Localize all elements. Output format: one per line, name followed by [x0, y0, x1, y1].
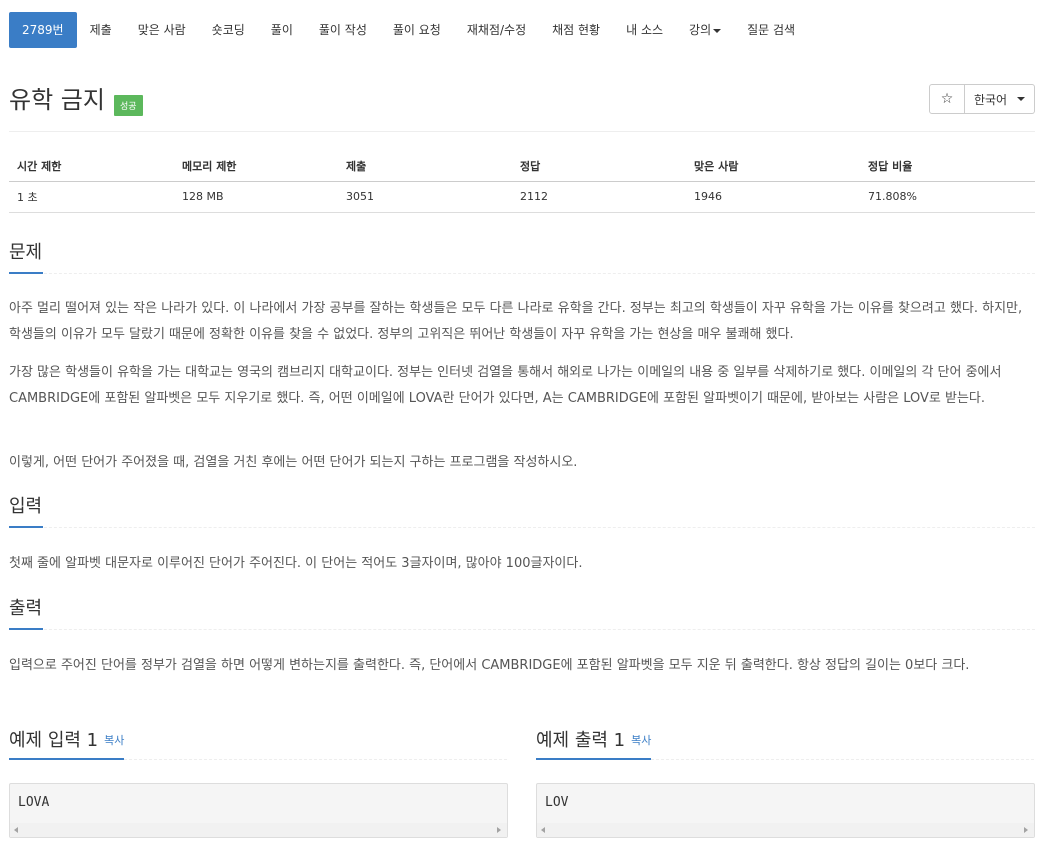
star-icon: ☆ [940, 91, 954, 107]
status-badge: 성공 [114, 95, 143, 116]
language-label: 한국어 [973, 92, 1008, 107]
header-submissions: 제출 [338, 152, 512, 182]
problem-paragraph-1: 아주 멀리 떨어져 있는 작은 나라가 있다. 이 나라에서 가장 공부를 잘하… [9, 301, 1023, 342]
copy-output-button[interactable]: 복사 [631, 734, 651, 747]
problem-paragraph-2: 가장 많은 학생들이 유학을 가는 대학교는 영국의 캠브리지 대학교이다. 정… [9, 365, 1002, 406]
nav-write-solution[interactable]: 풀이 작성 [306, 12, 380, 48]
problem-section-header: 문제 [9, 240, 1035, 274]
sample-output-header: 예제 출력 1 복사 [536, 726, 1034, 760]
memory-limit-value: 128 MB [174, 181, 338, 213]
accepted-value: 2112 [512, 181, 686, 213]
problem-nav: 2789번 제출 맞은 사람 숏코딩 풀이 풀이 작성 풀이 요청 재채점/수정… [9, 12, 808, 48]
nav-solutions[interactable]: 풀이 [258, 12, 306, 48]
nav-lectures-label: 강의 [689, 23, 712, 37]
scroll-right-arrow-icon[interactable] [497, 827, 501, 833]
sample-input-header: 예제 입력 1 복사 [9, 726, 507, 760]
nav-my-source[interactable]: 내 소스 [613, 12, 676, 48]
sample-output-heading: 예제 출력 1 복사 [536, 726, 652, 760]
header-solved-users: 맞은 사람 [686, 152, 860, 182]
output-section-header: 출력 [9, 596, 1035, 630]
nav-rejudge[interactable]: 재채점/수정 [454, 12, 539, 48]
page-header: 유학 금지 성공 ☆ 한국어 [9, 84, 1035, 132]
info-header-row: 시간 제한 메모리 제한 제출 정답 맞은 사람 정답 비율 [9, 152, 1035, 182]
sample-output-box: LOV [536, 783, 1035, 838]
scroll-left-arrow-icon[interactable] [14, 827, 18, 833]
ratio-value: 71.808% [860, 181, 1035, 213]
scroll-left-arrow-icon[interactable] [541, 827, 545, 833]
problem-paragraph-3: 이렇게, 어떤 단어가 주어졌을 때, 검열을 거친 후에는 어떤 단어가 되는… [9, 455, 578, 470]
nav-short-coding[interactable]: 숏코딩 [199, 12, 258, 48]
sample-input-heading: 예제 입력 1 복사 [9, 726, 125, 760]
copy-input-button[interactable]: 복사 [104, 734, 124, 747]
star-button[interactable]: ☆ [929, 84, 965, 114]
page-title: 유학 금지 [9, 86, 105, 114]
nav-lectures-dropdown[interactable]: 강의 [676, 12, 734, 48]
caret-down-icon [1017, 97, 1026, 101]
solved-users-value: 1946 [686, 181, 860, 213]
sample-output-value: LOV [545, 795, 569, 810]
nav-submit[interactable]: 제출 [77, 12, 125, 48]
submissions-value: 3051 [338, 181, 512, 213]
nav-problem-number[interactable]: 2789번 [9, 12, 77, 48]
horizontal-scrollbar[interactable] [10, 823, 507, 837]
info-value-row: 1 초 128 MB 3051 2112 1946 71.808% [9, 181, 1035, 213]
caret-down-icon [713, 28, 722, 33]
problem-info-table: 시간 제한 메모리 제한 제출 정답 맞은 사람 정답 비율 1 초 128 M… [9, 152, 1035, 213]
header-accepted: 정답 [512, 152, 686, 182]
header-time-limit: 시간 제한 [9, 152, 174, 182]
input-section-header: 입력 [9, 494, 1035, 528]
header-memory-limit: 메모리 제한 [174, 152, 338, 182]
scroll-right-arrow-icon[interactable] [1024, 827, 1028, 833]
nav-question-search[interactable]: 질문 검색 [734, 12, 808, 48]
problem-heading: 문제 [9, 240, 44, 274]
nav-correct-users[interactable]: 맞은 사람 [125, 12, 199, 48]
header-actions: ☆ 한국어 [929, 84, 1035, 114]
sample-input-value: LOVA [18, 795, 50, 810]
nav-status[interactable]: 채점 현황 [539, 12, 613, 48]
input-description: 첫째 줄에 알파벳 대문자로 이루어진 단어가 주어진다. 이 단어는 적어도 … [9, 556, 583, 571]
nav-request-solution[interactable]: 풀이 요청 [380, 12, 454, 48]
output-description: 입력으로 주어진 단어를 정부가 검열을 하면 어떻게 변하는지를 출력한다. … [9, 658, 970, 673]
horizontal-scrollbar[interactable] [537, 823, 1034, 837]
language-dropdown[interactable]: 한국어 [965, 84, 1035, 114]
sample-input-title: 예제 입력 1 [9, 730, 99, 751]
input-heading: 입력 [9, 494, 44, 528]
header-ratio: 정답 비율 [860, 152, 1035, 182]
sample-output-title: 예제 출력 1 [536, 730, 626, 751]
output-heading: 출력 [9, 596, 44, 630]
sample-input-box: LOVA [9, 783, 508, 838]
time-limit-value: 1 초 [9, 181, 174, 213]
